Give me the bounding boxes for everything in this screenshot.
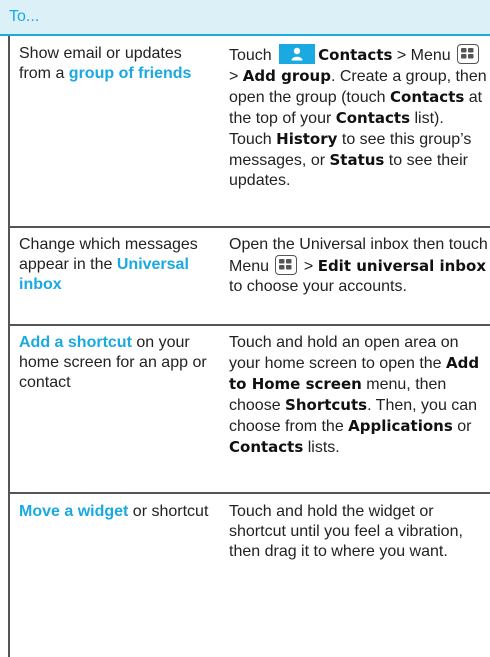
instruction-bold: History xyxy=(276,130,338,148)
contacts-icon xyxy=(279,44,316,64)
row-instructions: Touch and hold the widget or shortcut un… xyxy=(229,502,489,562)
table-row: Show email or updates from a group of fr… xyxy=(10,36,490,226)
task-highlight: Add a shortcut xyxy=(19,334,132,351)
row-instructions: Open the Universal inbox then touch Menu… xyxy=(229,235,489,297)
instruction-bold: Applications xyxy=(348,417,453,435)
instruction-bold: Contacts xyxy=(318,46,393,64)
instruction-text: > xyxy=(229,68,243,85)
row-task: Show email or updates from a group of fr… xyxy=(19,44,209,84)
instruction-text: lists. xyxy=(303,439,340,456)
instruction-text: Touch xyxy=(229,47,277,64)
instruction-text: to choose your accounts. xyxy=(229,278,407,295)
instruction-text: Touch and hold the widget or shortcut un… xyxy=(229,503,463,560)
table-header: To... xyxy=(0,0,490,36)
row-task: Change which messages appear in the Univ… xyxy=(19,235,209,295)
row-instructions: Touch and hold an open area on your home… xyxy=(229,333,489,458)
task-highlight: Move a widget xyxy=(19,503,129,520)
table-row: Add a shortcut on your home screen for a… xyxy=(10,326,490,492)
row-task: Move a widget or shortcut xyxy=(19,502,209,522)
table-header-title: To... xyxy=(9,8,40,25)
instruction-bold: Status xyxy=(329,151,385,169)
task-text: or shortcut xyxy=(128,503,209,520)
instruction-bold: Add group xyxy=(242,67,331,85)
menu-icon xyxy=(275,255,298,275)
table-row: Move a widget or shortcut Touch and hold… xyxy=(10,494,490,657)
menu-icon xyxy=(457,44,480,64)
row-instructions: Touch Contacts > Menu > Add group. Creat… xyxy=(229,44,489,191)
table-row: Change which messages appear in the Univ… xyxy=(10,228,490,324)
instruction-text: or xyxy=(452,418,472,435)
instruction-bold: Contacts xyxy=(390,88,465,106)
instruction-bold: Edit universal inbox xyxy=(317,257,487,275)
instruction-table: To... Show email or updates from a group… xyxy=(0,0,490,657)
instruction-bold: Contacts xyxy=(335,109,411,127)
instruction-text: > Menu xyxy=(392,47,456,64)
instruction-bold: Contacts xyxy=(229,438,304,456)
task-highlight: group of friends xyxy=(68,65,192,82)
row-task: Add a shortcut on your home screen for a… xyxy=(19,333,209,393)
instruction-text: Touch and hold an open area on your home… xyxy=(229,334,459,372)
instruction-bold: Shortcuts xyxy=(285,396,368,414)
instruction-text: > xyxy=(299,258,318,275)
